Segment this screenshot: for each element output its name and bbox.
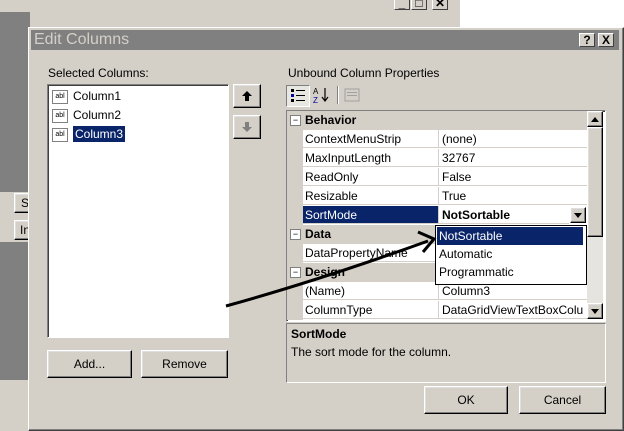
chevron-down-icon (574, 213, 582, 218)
textbox-column-icon: abl (52, 108, 68, 123)
collapse-toggle-icon[interactable]: − (290, 115, 301, 126)
property-value[interactable]: (none) (439, 130, 587, 148)
vertical-scrollbar[interactable] (587, 111, 603, 319)
chevron-up-icon (591, 117, 599, 122)
help-button[interactable]: ? (579, 33, 595, 47)
property-value[interactable]: 32767 (439, 149, 587, 167)
remove-button[interactable]: Remove (141, 350, 228, 378)
description-title: SortMode (291, 327, 347, 341)
sort-alphabetical-icon: A Z (313, 87, 329, 104)
property-name: (Name) (303, 282, 439, 300)
property-toolbar: A Z (286, 84, 406, 108)
dropdown-option-notsortable[interactable]: NotSortable (437, 227, 583, 245)
background-minimize-button[interactable]: _ (394, 0, 410, 10)
column-label: Column1 (73, 89, 122, 103)
dropdown-button[interactable] (570, 207, 586, 223)
background-close-button[interactable]: ✕ (432, 0, 448, 10)
toolbar-separator (337, 86, 339, 104)
collapse-toggle-icon[interactable]: − (290, 229, 301, 240)
property-row[interactable]: Resizable True (287, 187, 587, 206)
column-label: Column2 (73, 108, 122, 122)
property-value[interactable]: False (439, 168, 587, 186)
list-item[interactable]: abl Column2 (52, 106, 121, 124)
textbox-column-icon: abl (52, 127, 68, 142)
property-row[interactable]: MaxInputLength 32767 (287, 149, 587, 168)
row-gutter (287, 168, 303, 187)
property-name: ContextMenuStrip (303, 130, 439, 148)
background-maximize-button[interactable]: □ (411, 0, 427, 10)
collapse-toggle-icon[interactable]: − (290, 267, 301, 278)
arrow-up-icon (242, 91, 252, 101)
list-item[interactable]: abl Column3 (52, 125, 126, 143)
property-value[interactable]: DataGridViewTextBoxColu (439, 301, 587, 319)
row-gutter (287, 282, 303, 301)
property-name: MaxInputLength (303, 149, 439, 167)
scroll-up-button[interactable] (587, 111, 603, 127)
alphabetical-view-button[interactable]: A Z (311, 85, 333, 105)
column-label: Column3 (73, 126, 126, 142)
sortmode-value[interactable]: NotSortable (439, 206, 569, 224)
svg-text:A: A (313, 87, 319, 96)
property-name: ColumnType (303, 301, 439, 319)
move-up-button[interactable] (233, 84, 261, 108)
move-down-button[interactable] (233, 115, 261, 139)
cancel-button[interactable]: Cancel (519, 386, 606, 414)
property-pages-button[interactable] (341, 85, 363, 105)
row-gutter (287, 301, 303, 320)
ok-button[interactable]: OK (424, 386, 508, 414)
property-row[interactable]: ColumnType DataGridViewTextBoxColu (287, 301, 587, 320)
row-gutter (287, 244, 303, 263)
property-value[interactable]: True (439, 187, 587, 205)
property-row-selected[interactable]: SortMode NotSortable (287, 206, 587, 225)
property-row[interactable]: ReadOnly False (287, 168, 587, 187)
scroll-down-button[interactable] (587, 303, 603, 319)
category-name: Behavior (305, 113, 357, 127)
category-name: Data (305, 227, 332, 241)
property-name: Resizable (303, 187, 439, 205)
row-gutter (287, 149, 303, 168)
row-gutter (287, 130, 303, 149)
add-button[interactable]: Add... (47, 350, 132, 378)
property-name: DataPropertyName (303, 244, 439, 262)
categorized-view-button[interactable] (286, 85, 310, 107)
description-text: The sort mode for the column. (291, 345, 452, 359)
selected-columns-list[interactable]: abl Column1 abl Column2 abl Column3 (47, 84, 229, 338)
scroll-thumb[interactable] (587, 127, 603, 237)
category-name: Design (305, 265, 346, 279)
dropdown-option-automatic[interactable]: Automatic (437, 245, 583, 263)
properties-label: Unbound Column Properties (288, 66, 440, 80)
edit-columns-dialog: Edit Columns ? X Selected Columns: abl Co… (28, 27, 624, 431)
close-button[interactable]: X (598, 33, 614, 47)
property-pages-icon (344, 88, 360, 102)
list-item[interactable]: abl Column1 (52, 87, 121, 105)
textbox-column-icon: abl (52, 89, 68, 104)
background-window-titlebar (0, 0, 460, 12)
description-panel: SortMode The sort mode for the column. (286, 323, 606, 383)
row-gutter (287, 206, 303, 225)
dialog-titlebar: Edit Columns ? X (31, 30, 619, 50)
property-name: ReadOnly (303, 168, 439, 186)
row-gutter (287, 187, 303, 206)
property-grid[interactable]: − Behavior ContextMenuStrip (none) MaxIn… (286, 110, 606, 322)
dropdown-option-programmatic[interactable]: Programmatic (437, 263, 583, 281)
sortmode-dropdown-list[interactable]: NotSortable Automatic Programmatic (435, 225, 587, 285)
selected-columns-label: Selected Columns: (48, 66, 149, 80)
property-row[interactable]: ContextMenuStrip (none) (287, 130, 587, 149)
category-behavior[interactable]: − Behavior (287, 111, 587, 130)
arrow-down-icon (242, 122, 252, 132)
background-right-area (460, 0, 624, 28)
dialog-title: Edit Columns (34, 31, 130, 48)
categorized-icon (291, 89, 305, 102)
background-bottom-panel (0, 380, 30, 431)
svg-text:Z: Z (313, 96, 318, 104)
property-name: SortMode (303, 206, 439, 224)
chevron-down-icon (591, 309, 599, 314)
